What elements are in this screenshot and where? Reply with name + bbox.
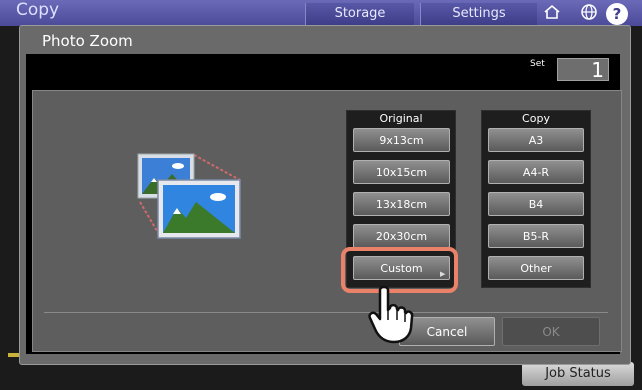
original-13x18-button[interactable]: 13x18cm [353, 192, 450, 216]
photo-zoom-illustration-icon [134, 150, 246, 242]
copy-b5r-button[interactable]: B5-R [488, 224, 584, 248]
copy-other-button[interactable]: Other [488, 256, 584, 280]
copy-a3-button[interactable]: A3 [488, 128, 584, 152]
ok-button[interactable]: OK [502, 317, 600, 346]
copy-title: Copy [522, 112, 550, 125]
tab-storage[interactable]: Storage [305, 3, 414, 25]
original-9x13-button[interactable]: 9x13cm [353, 128, 450, 152]
tab-settings[interactable]: Settings [420, 3, 537, 25]
globe-icon[interactable] [575, 3, 603, 25]
divider [44, 312, 608, 313]
pointing-hand-icon [366, 284, 414, 344]
set-count-field[interactable]: 1 [557, 58, 609, 82]
copy-a4r-button[interactable]: A4-R [488, 160, 584, 184]
original-title: Original [379, 112, 423, 125]
set-label: Set [530, 59, 545, 69]
copy-b4-button[interactable]: B4 [488, 192, 584, 216]
app-title: Copy [16, 0, 60, 20]
dialog-title: Photo Zoom [42, 32, 133, 50]
original-10x15-button[interactable]: 10x15cm [353, 160, 450, 184]
help-icon[interactable]: ? [606, 3, 628, 25]
job-status-button[interactable]: Job Status [522, 362, 634, 386]
original-20x30-button[interactable]: 20x30cm [353, 224, 450, 248]
home-icon[interactable] [538, 3, 566, 25]
